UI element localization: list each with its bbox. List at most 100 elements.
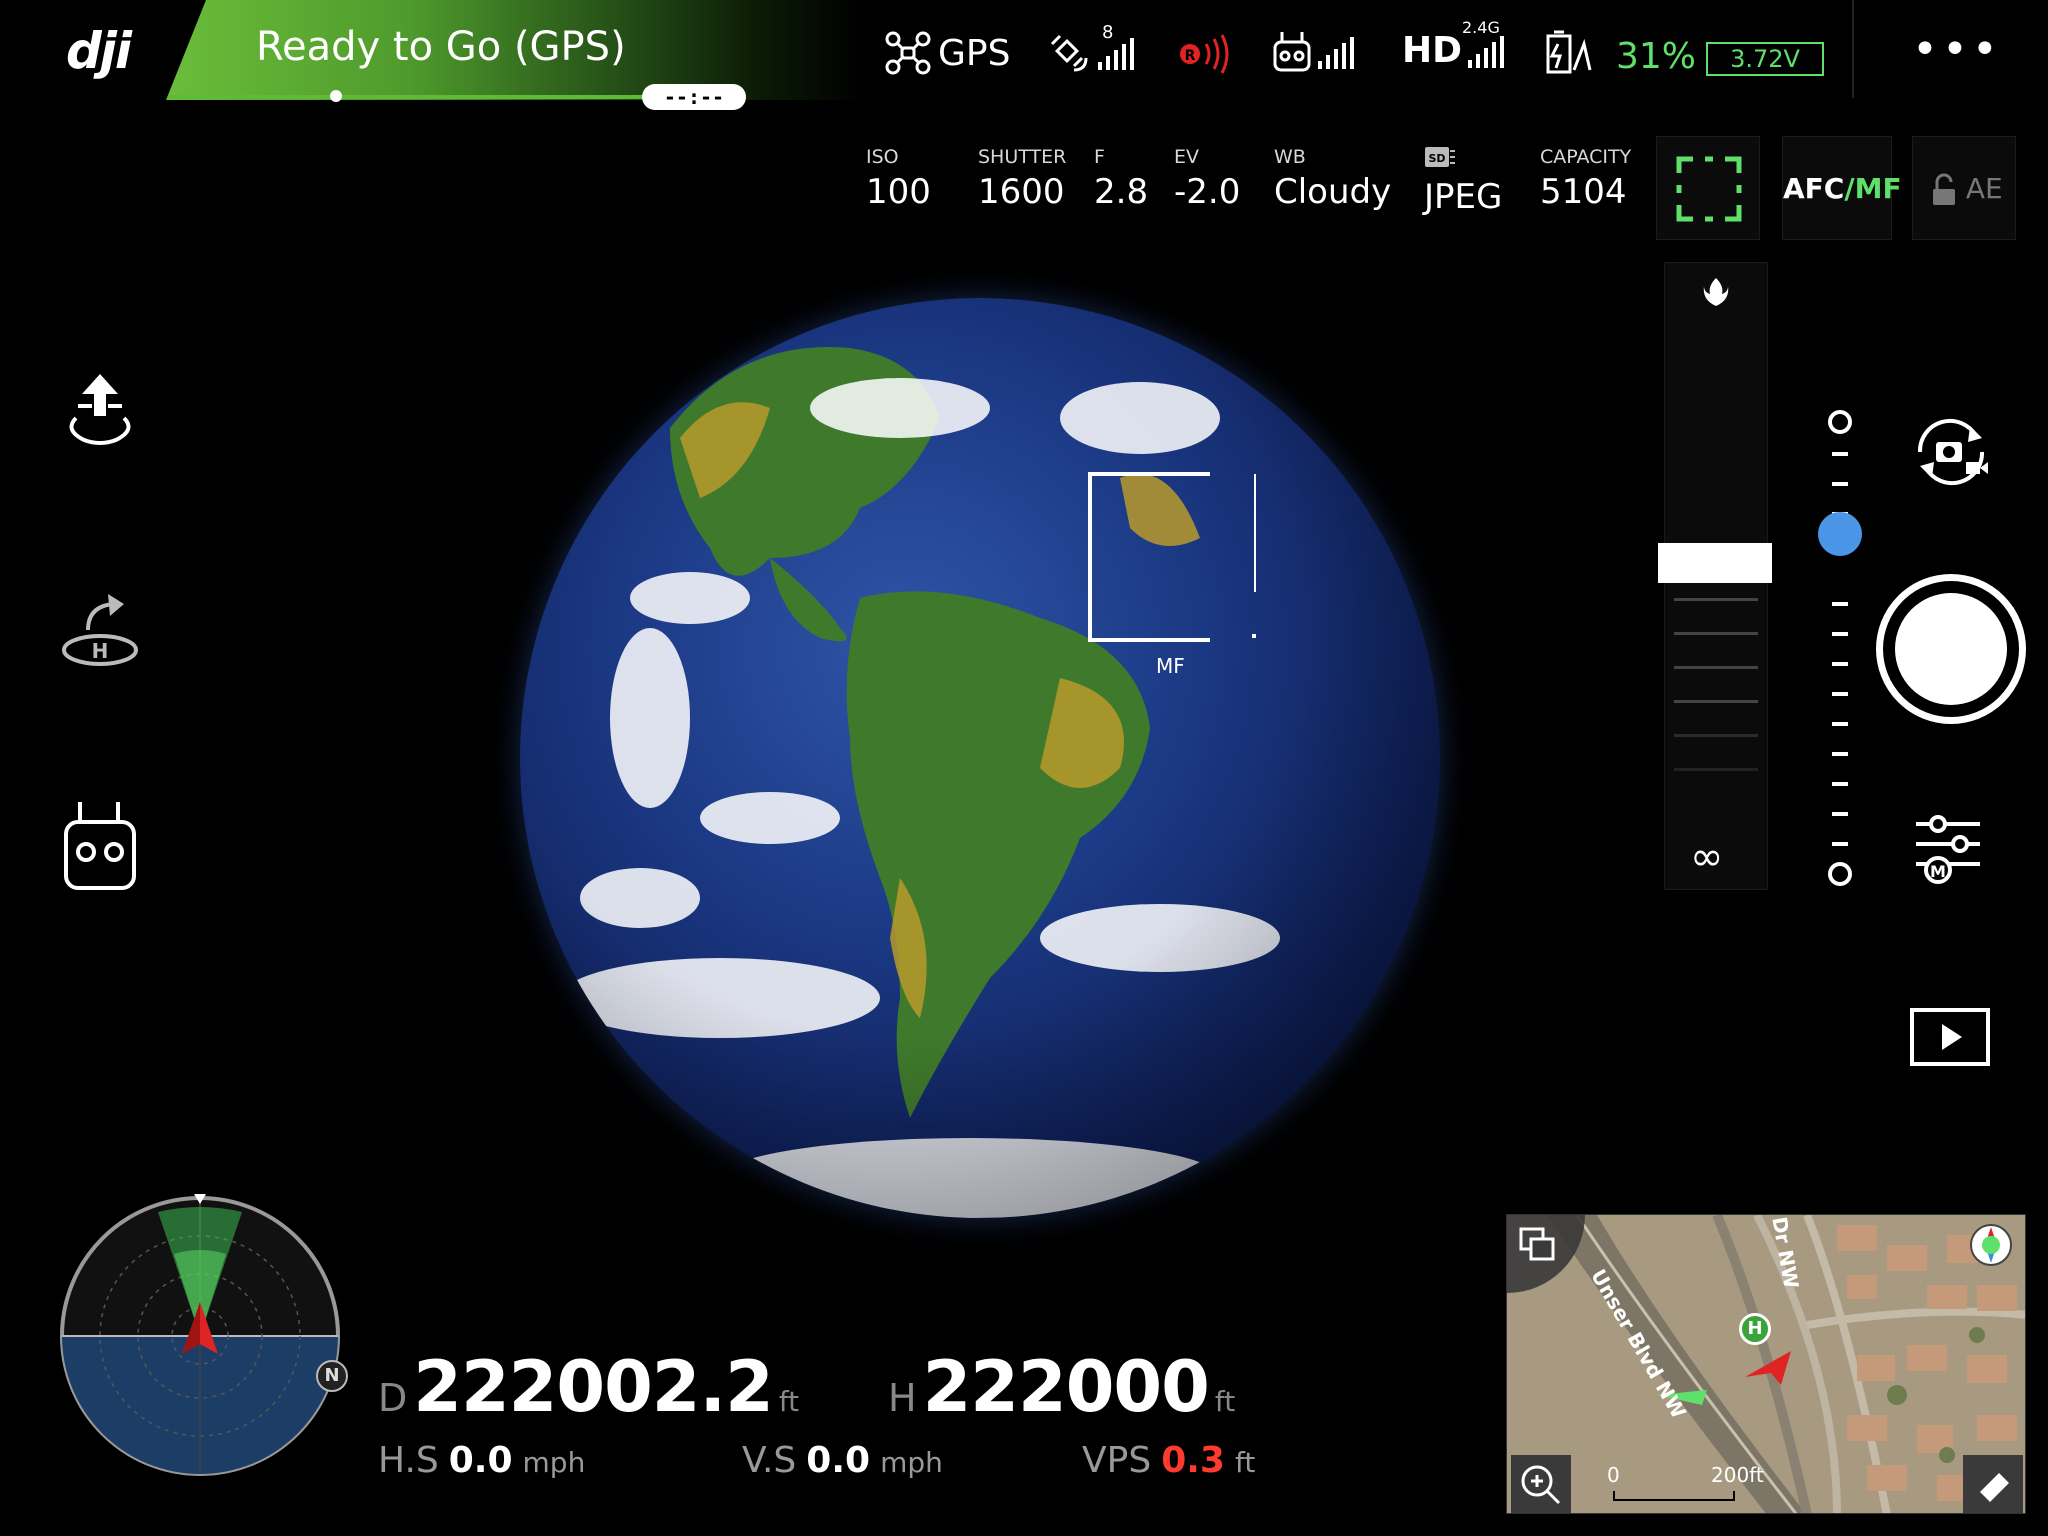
afc-label: AFC bbox=[1783, 172, 1845, 205]
gps-status[interactable]: GPS bbox=[884, 30, 1010, 76]
photo-video-switch[interactable] bbox=[1906, 412, 1996, 496]
vs-label: V.S bbox=[742, 1440, 797, 1481]
capacity-param[interactable]: CAPACITY 5104 bbox=[1540, 146, 1631, 212]
remote-controller-button[interactable] bbox=[60, 800, 140, 898]
more-menu-button[interactable]: ••• bbox=[1912, 28, 2002, 72]
vps-value: 0.3 bbox=[1161, 1440, 1225, 1481]
shutter-button-inner[interactable] bbox=[1895, 593, 2007, 705]
camera-settings-button[interactable]: M bbox=[1912, 810, 1984, 890]
hs-unit: mph bbox=[522, 1446, 586, 1479]
takeoff-icon bbox=[69, 374, 131, 445]
svg-text:M: M bbox=[1930, 862, 1946, 881]
return-home-button[interactable]: H bbox=[58, 590, 142, 674]
remote-controller-icon bbox=[64, 802, 136, 890]
map-scale-bar bbox=[1613, 1491, 1735, 1501]
drone-icon bbox=[885, 31, 931, 75]
height-label: H bbox=[888, 1376, 917, 1420]
focus-area-button[interactable] bbox=[1656, 136, 1760, 240]
zoom-track-handle[interactable] bbox=[1818, 512, 1862, 556]
focus-tick bbox=[1674, 666, 1758, 669]
ae-label: AE bbox=[1965, 172, 2003, 205]
aperture-param[interactable]: F 2.8 bbox=[1094, 146, 1148, 212]
aircraft-map-icon bbox=[1741, 1347, 1795, 1391]
takeoff-button[interactable] bbox=[58, 370, 142, 454]
camera-feed-earth[interactable] bbox=[520, 298, 1440, 1218]
vps-unit: ft bbox=[1234, 1446, 1256, 1479]
playback-button[interactable] bbox=[1910, 1008, 1990, 1070]
iso-label: ISO bbox=[866, 146, 899, 168]
zoom-in-icon bbox=[1521, 1465, 1561, 1505]
battery-status[interactable] bbox=[1544, 30, 1592, 80]
play-icon bbox=[1910, 1008, 1990, 1066]
rc-link-warning[interactable]: R bbox=[1178, 34, 1234, 78]
capacity-value: 5104 bbox=[1540, 172, 1627, 212]
height-readout: H 222000 ft bbox=[888, 1346, 1235, 1428]
hd-signal-bars bbox=[1468, 34, 1505, 68]
wb-value: Cloudy bbox=[1274, 172, 1392, 212]
rc-frequency: 2.4G bbox=[1462, 18, 1500, 37]
hd-video-signal[interactable]: HD 2.4G bbox=[1402, 18, 1505, 71]
map-clear-path-button[interactable] bbox=[1963, 1455, 2023, 1513]
vertical-speed-readout: V.S 0.0 mph bbox=[742, 1440, 943, 1481]
satellite-signal[interactable]: 8 bbox=[1046, 22, 1134, 76]
sliders-icon: M bbox=[1916, 815, 1980, 884]
battery-voltage: 3.72V bbox=[1706, 42, 1824, 76]
remote-signal[interactable] bbox=[1272, 30, 1354, 74]
height-unit: ft bbox=[1214, 1385, 1236, 1418]
return-home-icon: H bbox=[62, 594, 138, 666]
dji-logo[interactable]: dji bbox=[66, 22, 132, 80]
ev-param[interactable]: EV -2.0 bbox=[1174, 146, 1240, 212]
wb-param[interactable]: WB Cloudy bbox=[1274, 146, 1391, 212]
compass-icon bbox=[1970, 1224, 2012, 1266]
macro-icon bbox=[1700, 276, 1732, 314]
height-value: 222000 bbox=[922, 1346, 1210, 1428]
focus-slider-handle[interactable] bbox=[1658, 543, 1772, 583]
mf-indicator: MF bbox=[1156, 654, 1185, 678]
iso-value: 100 bbox=[866, 172, 931, 212]
rc-warning-icon: R bbox=[1180, 34, 1229, 74]
remote-controller-icon bbox=[1273, 32, 1311, 72]
topbar-divider bbox=[1852, 0, 1854, 98]
vps-label: VPS bbox=[1082, 1440, 1152, 1481]
compass-north: N bbox=[316, 1360, 348, 1392]
afc-mf-toggle[interactable]: AFC/MF bbox=[1782, 136, 1902, 240]
capacity-label: CAPACITY bbox=[1540, 146, 1632, 168]
svg-text:H: H bbox=[92, 639, 109, 663]
focus-tick bbox=[1674, 632, 1758, 635]
hd-label: HD bbox=[1402, 30, 1463, 71]
aperture-label: F bbox=[1094, 146, 1105, 168]
distance-unit: ft bbox=[778, 1385, 800, 1418]
unlock-icon bbox=[1933, 173, 1955, 205]
format-param[interactable]: SD JPEG bbox=[1424, 146, 1502, 217]
focus-frame-icon bbox=[1676, 156, 1742, 222]
focus-box-frame bbox=[1088, 472, 1258, 642]
shutter-param[interactable]: SHUTTER 1600 bbox=[978, 146, 1066, 212]
map-scale-start: 0 bbox=[1607, 1463, 1620, 1487]
status-progress-dot bbox=[330, 90, 342, 102]
map-compass-button[interactable] bbox=[1969, 1223, 2013, 1271]
svg-text:SD: SD bbox=[1428, 152, 1445, 165]
ae-lock-button[interactable]: AE bbox=[1912, 136, 2016, 240]
focus-box[interactable] bbox=[1088, 472, 1258, 642]
camera-switch-icon bbox=[1917, 418, 1988, 486]
distance-value: 222002.2 bbox=[413, 1346, 774, 1428]
hs-label: H.S bbox=[378, 1440, 439, 1481]
map-zoom-button[interactable] bbox=[1511, 1455, 1571, 1513]
ev-label: EV bbox=[1174, 146, 1200, 168]
aircraft-status-text[interactable]: Ready to Go (GPS) bbox=[256, 24, 626, 70]
gps-label: GPS bbox=[938, 32, 1011, 74]
vs-unit: mph bbox=[880, 1446, 943, 1479]
map-expand-button[interactable] bbox=[1519, 1227, 1555, 1267]
hs-value: 0.0 bbox=[448, 1440, 513, 1481]
mini-map[interactable]: Unser Blvd NW Dr NW H 0 200ft bbox=[1506, 1214, 2026, 1514]
zoom-track[interactable] bbox=[1824, 408, 1856, 892]
battery-icon bbox=[1546, 30, 1592, 74]
satellite-count: 8 bbox=[1102, 22, 1114, 43]
distance-label: D bbox=[378, 1376, 408, 1420]
remote-signal-bars bbox=[1318, 35, 1354, 69]
vs-value: 0.0 bbox=[806, 1440, 871, 1481]
home-marker: H bbox=[1739, 1313, 1771, 1345]
attitude-radar[interactable] bbox=[58, 1194, 342, 1478]
infinity-label: ∞ bbox=[1690, 834, 1724, 880]
iso-param[interactable]: ISO 100 bbox=[866, 146, 931, 212]
